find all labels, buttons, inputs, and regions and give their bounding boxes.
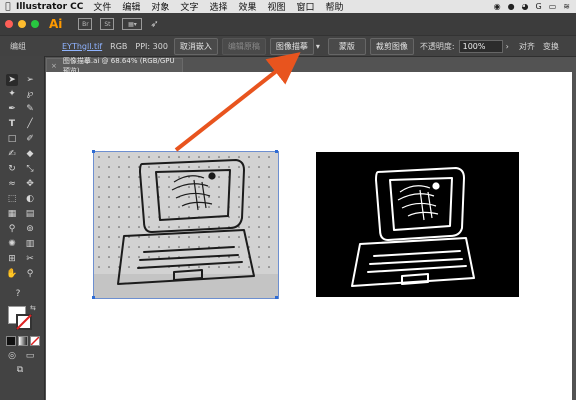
annotation-arrow (174, 52, 301, 152)
